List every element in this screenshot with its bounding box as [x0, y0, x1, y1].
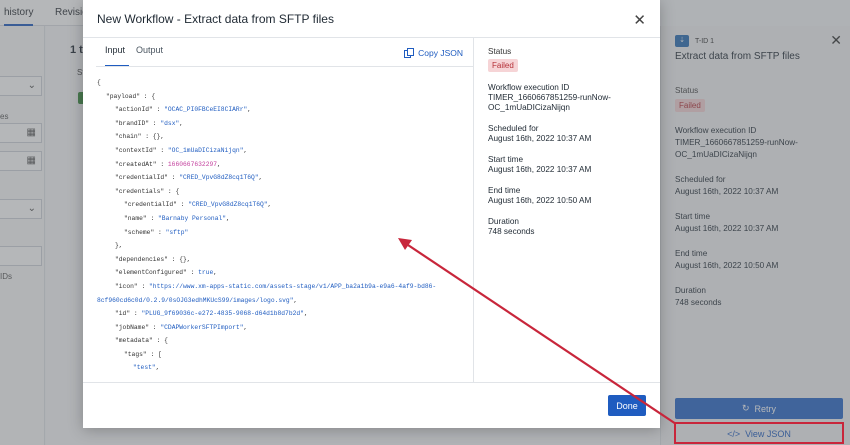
json-line: "name" : "Barnaby Personal",: [97, 212, 467, 226]
tab-input[interactable]: Input: [105, 45, 129, 67]
json-token: "OC_1mUaDICizaNijqn": [167, 146, 244, 154]
json-line: "jobName" : "CDAPWorkerSFTPImport",: [97, 321, 467, 335]
json-token: ,: [303, 310, 308, 318]
json-token: "createdAt" :: [115, 160, 168, 168]
duration-value: 748 seconds: [488, 227, 535, 236]
json-token: "id" :: [115, 310, 142, 318]
json-viewer[interactable]: { "payload" : { "actionId" : "OCAC_PI0FBCe…: [97, 76, 467, 381]
json-line: "credentials" : {: [97, 185, 467, 199]
start-time-label: Start time: [488, 155, 524, 164]
json-line: "dependencies" : {},: [97, 253, 467, 267]
modal-title: New Workflow - Extract data from SFTP fi…: [97, 12, 334, 26]
scheduled-value: August 16th, 2022 10:37 AM: [488, 134, 592, 143]
json-line: "test",: [97, 361, 467, 375]
scheduled-label: Scheduled for: [488, 124, 539, 133]
json-token: "Barnaby Personal": [158, 214, 227, 222]
copy-icon: [404, 48, 415, 58]
json-token: "contextId" :: [115, 146, 168, 154]
copy-json-label: Copy JSON: [418, 48, 463, 58]
json-token: "elementConfigured" :: [115, 269, 199, 277]
json-line: },: [97, 239, 467, 253]
duration-label: Duration: [488, 217, 519, 226]
json-line: "elementConfigured" : true,: [97, 266, 467, 280]
json-token: {: [97, 79, 101, 86]
json-token: "credentialId" :: [115, 174, 180, 182]
json-token: ,: [267, 201, 272, 209]
annotation-highlight-box: [674, 422, 844, 444]
json-token: "metadata" : {: [115, 337, 168, 345]
json-token: true: [198, 269, 214, 277]
json-pane: Input Output Copy JSON { "payload" : { "ac…: [83, 38, 474, 382]
json-token: "OCAC_PI0FBCeEI8CIARr": [164, 106, 248, 114]
json-token: "CRED_VpvG8dZ8cq1T6Q": [179, 174, 259, 182]
json-token: "scheme" :: [124, 228, 166, 236]
run-summary: Status Failed Workflow execution ID TIME…: [488, 47, 648, 248]
json-token: "jobName" :: [115, 323, 161, 331]
json-token: ,: [155, 364, 160, 372]
json-token: ,: [258, 174, 263, 182]
json-token: "dsx": [160, 119, 180, 127]
json-line: "contextId" : "OC_1mUaDICizaNijqn",: [97, 144, 467, 158]
status-label: Status: [488, 47, 512, 56]
execution-id-value-line-2: OC_1mUaDICizaNijqn: [488, 103, 570, 112]
json-line: "brandID" : "dsx",: [97, 117, 467, 131]
json-token: ,: [226, 214, 230, 222]
divider: [96, 66, 473, 67]
execution-id-value-line-1: TIMER_1660667851259-runNow-: [488, 93, 611, 102]
json-line: "tags" : [: [97, 348, 467, 362]
json-line: "scheme" : "sftp": [97, 226, 467, 240]
json-line: "payload" : {: [97, 90, 467, 104]
json-token: ,: [179, 119, 184, 127]
end-time-label: End time: [488, 186, 521, 195]
copy-json-button[interactable]: Copy JSON: [404, 48, 463, 58]
modal-footer: [83, 382, 660, 383]
json-token: ,: [247, 106, 252, 114]
json-token: "tags" : [: [124, 350, 162, 358]
json-token: "PLUG_9f69036c-e272-4835-9068-d64d1b8d7b…: [141, 310, 304, 318]
start-time-value: August 16th, 2022 10:37 AM: [488, 165, 592, 174]
json-token: "https://www.xm-apps-static.com/assets-s…: [149, 282, 437, 290]
json-line: "metadata" : {: [97, 334, 467, 348]
json-token: "credentials" : {: [115, 187, 180, 195]
json-line: "createdAt" : 1660667632297,: [97, 158, 467, 172]
json-line: "credentialId" : "CRED_VpvG8dZ8cq1T6Q",: [97, 171, 467, 185]
json-token: "brandID" :: [115, 119, 161, 127]
end-time-value: August 16th, 2022 10:50 AM: [488, 196, 592, 205]
json-token: ,: [243, 146, 248, 154]
json-token: ,: [213, 269, 218, 277]
json-line: "icon" : "https://www.xm-apps-static.com…: [97, 280, 467, 294]
json-token: "icon" :: [115, 282, 150, 290]
done-button[interactable]: Done: [608, 395, 646, 416]
json-token: "name" :: [124, 214, 159, 222]
json-token: "CRED_VpvG8dZ8cq1T6Q": [188, 201, 268, 209]
json-line: "id" : "PLUG_9f69036c-e272-4835-9068-d64…: [97, 307, 467, 321]
json-token: "test": [133, 364, 156, 372]
json-line: {: [97, 76, 467, 90]
json-token: ,: [217, 160, 221, 168]
json-token: 8cf960cd6c0d/0.2.9/0sOJG3edhMKUcS99/imag…: [97, 296, 294, 304]
tab-output[interactable]: Output: [136, 45, 163, 65]
json-token: "CDAPWorkerSFTPImport": [160, 323, 244, 331]
json-token: "credentialId" :: [124, 201, 189, 209]
json-token: ,: [243, 323, 248, 331]
json-line: 8cf960cd6c0d/0.2.9/0sOJG3edhMKUcS99/imag…: [97, 294, 467, 308]
execution-id-label: Workflow execution ID: [488, 83, 570, 92]
json-line: "credentialId" : "CRED_VpvG8dZ8cq1T6Q",: [97, 198, 467, 212]
json-token: 1660667632297: [167, 160, 218, 168]
json-token: },: [115, 242, 123, 250]
json-token: "actionId" :: [115, 106, 165, 114]
json-line: "chain" : {},: [97, 130, 467, 144]
json-token: "sftp": [165, 228, 189, 236]
json-token: ,: [293, 296, 298, 304]
json-token: "dependencies" : {},: [115, 255, 191, 263]
json-line: "actionId" : "OCAC_PI0FBCeEI8CIARr",: [97, 103, 467, 117]
close-icon[interactable]: ✕: [633, 11, 646, 29]
status-badge: Failed: [488, 59, 518, 72]
json-token: "payload" : {: [106, 92, 156, 100]
json-modal: New Workflow - Extract data from SFTP fi…: [83, 0, 660, 428]
json-token: "chain" : {},: [115, 133, 165, 141]
